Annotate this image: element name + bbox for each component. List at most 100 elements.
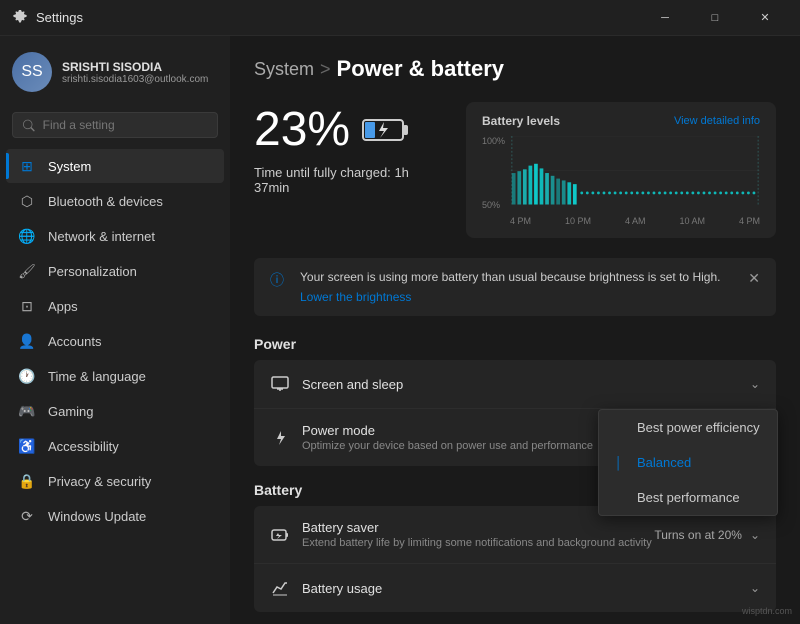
power-mode-row[interactable]: Power mode Optimize your device based on… xyxy=(254,409,776,466)
sidebar-item-system[interactable]: ⊞ System xyxy=(6,149,224,183)
chart-x-5: 4 PM xyxy=(739,216,760,226)
nav-label-network: Network & internet xyxy=(48,229,155,244)
alert-content: Your screen is using more battery than u… xyxy=(300,270,740,304)
breadcrumb-current: Power & battery xyxy=(337,56,505,82)
nav-label-bluetooth: Bluetooth & devices xyxy=(48,194,163,209)
search-input[interactable] xyxy=(43,118,207,132)
sidebar-item-apps[interactable]: ⊡ Apps xyxy=(6,289,224,323)
nav-label-apps: Apps xyxy=(48,299,78,314)
nav-label-personalization: Personalization xyxy=(48,264,137,279)
battery-saver-right: Turns on at 20% ⌄ xyxy=(654,528,760,542)
nav-icon-bluetooth: ⬡ xyxy=(18,192,36,210)
power-mode-dropdown: Best power efficiency │ Balanced Best pe… xyxy=(598,409,778,516)
nav-icon-privacy: 🔒 xyxy=(18,472,36,490)
chart-x-1: 4 PM xyxy=(510,216,531,226)
user-profile[interactable]: SS SRISHTI SISODIA srishti.sisodia1603@o… xyxy=(0,36,230,108)
battery-saver-subtitle: Extend battery life by limiting some not… xyxy=(302,537,654,549)
nav-label-gaming: Gaming xyxy=(48,404,94,419)
sidebar-item-personalization[interactable]: 🖌 Personalization xyxy=(6,254,224,288)
alert-icon: ⓘ xyxy=(270,270,284,290)
chart-header: Battery levels View detailed info xyxy=(482,114,760,128)
breadcrumb-system[interactable]: System xyxy=(254,59,314,80)
battery-chart-container: Battery levels View detailed info 100% 5… xyxy=(466,102,776,238)
chart-x-labels: 4 PM 10 PM 4 AM 10 AM 4 PM xyxy=(510,216,760,226)
alert-text: Your screen is using more battery than u… xyxy=(300,270,740,284)
user-info: SRISHTI SISODIA srishti.sisodia1603@outl… xyxy=(62,60,208,85)
chart-area: 100% 50% xyxy=(482,136,760,226)
screen-sleep-icon xyxy=(270,374,290,394)
power-section-label: Power xyxy=(254,336,776,352)
sidebar-item-privacy[interactable]: 🔒 Privacy & security xyxy=(6,464,224,498)
chart-svg xyxy=(510,136,760,205)
nav-icon-accounts: 👤 xyxy=(18,332,36,350)
battery-time-label: Time until fully charged: xyxy=(254,165,391,180)
user-name: SRISHTI SISODIA xyxy=(62,60,208,74)
nav-label-time: Time & language xyxy=(48,369,146,384)
performance-check xyxy=(615,491,629,505)
screen-sleep-right: ⌄ xyxy=(750,377,760,391)
chart-x-3: 4 AM xyxy=(625,216,646,226)
nav-icon-accessibility: ♿ xyxy=(18,437,36,455)
watermark: wisptdn.com xyxy=(742,606,792,616)
battery-saver-chevron: ⌄ xyxy=(750,528,760,542)
balanced-label: Balanced xyxy=(637,455,691,470)
battery-icon xyxy=(362,116,410,144)
balanced-check: │ xyxy=(615,456,629,470)
view-detailed-link[interactable]: View detailed info xyxy=(674,115,760,127)
sidebar-item-time[interactable]: 🕐 Time & language xyxy=(6,359,224,393)
chart-title: Battery levels xyxy=(482,114,560,128)
minimize-button[interactable]: ─ xyxy=(642,2,688,34)
titlebar-left: Settings xyxy=(12,10,83,26)
battery-usage-right: ⌄ xyxy=(750,581,760,595)
app-body: SS SRISHTI SISODIA srishti.sisodia1603@o… xyxy=(0,36,800,624)
sidebar-item-network[interactable]: 🌐 Network & internet xyxy=(6,219,224,253)
sidebar-item-update[interactable]: ⟳ Windows Update xyxy=(6,499,224,533)
battery-settings-card: Battery saver Extend battery life by lim… xyxy=(254,506,776,612)
search-box[interactable] xyxy=(12,112,218,138)
battery-left: 23% Time until fully charged: xyxy=(254,102,442,238)
nav-icon-time: 🕐 xyxy=(18,367,36,385)
close-button[interactable]: ✕ xyxy=(742,2,788,34)
sidebar-item-accounts[interactable]: 👤 Accounts xyxy=(6,324,224,358)
battery-percentage: 23% xyxy=(254,102,350,157)
battery-usage-title: Battery usage xyxy=(302,581,750,596)
lower-brightness-link[interactable]: Lower the brightness xyxy=(300,290,740,304)
battery-saver-text: Battery saver Extend battery life by lim… xyxy=(302,520,654,549)
battery-saver-title: Battery saver xyxy=(302,520,654,535)
nav-icon-apps: ⊡ xyxy=(18,297,36,315)
sidebar-item-gaming[interactable]: 🎮 Gaming xyxy=(6,394,224,428)
sidebar-item-accessibility[interactable]: ♿ Accessibility xyxy=(6,429,224,463)
maximize-button[interactable]: □ xyxy=(692,2,738,34)
sidebar-item-bluetooth[interactable]: ⬡ Bluetooth & devices xyxy=(6,184,224,218)
screen-sleep-row[interactable]: Screen and sleep ⌄ xyxy=(254,360,776,409)
screen-sleep-chevron: ⌄ xyxy=(750,377,760,391)
avatar: SS xyxy=(12,52,52,92)
screen-sleep-text: Screen and sleep xyxy=(302,377,750,392)
nav-icon-system: ⊞ xyxy=(18,157,36,175)
battery-saver-icon xyxy=(270,525,290,545)
chart-x-2: 10 PM xyxy=(565,216,591,226)
nav-label-privacy: Privacy & security xyxy=(48,474,151,489)
dropdown-item-efficiency[interactable]: Best power efficiency xyxy=(599,410,777,445)
power-settings-card: Screen and sleep ⌄ Power mode xyxy=(254,360,776,466)
dropdown-item-performance[interactable]: Best performance xyxy=(599,480,777,515)
battery-saver-value: Turns on at 20% xyxy=(654,528,742,542)
battery-usage-text: Battery usage xyxy=(302,581,750,596)
dropdown-item-balanced[interactable]: │ Balanced xyxy=(599,445,777,480)
performance-label: Best performance xyxy=(637,490,740,505)
chart-x-4: 10 AM xyxy=(679,216,705,226)
titlebar-title: Settings xyxy=(36,10,83,25)
sidebar: SS SRISHTI SISODIA srishti.sisodia1603@o… xyxy=(0,36,230,624)
battery-section: 23% Time until fully charged: xyxy=(254,102,776,238)
alert-close-button[interactable]: ✕ xyxy=(748,270,760,287)
battery-percent-row: 23% xyxy=(254,102,442,157)
breadcrumb: System > Power & battery xyxy=(254,56,776,82)
chart-y-50: 50% xyxy=(482,200,505,210)
battery-usage-chevron: ⌄ xyxy=(750,581,760,595)
nav-label-update: Windows Update xyxy=(48,509,146,524)
battery-usage-row[interactable]: Battery usage ⌄ xyxy=(254,564,776,612)
content-area: System > Power & battery 23% xyxy=(230,36,800,624)
screen-sleep-title: Screen and sleep xyxy=(302,377,750,392)
nav-icon-update: ⟳ xyxy=(18,507,36,525)
battery-usage-icon xyxy=(270,578,290,598)
